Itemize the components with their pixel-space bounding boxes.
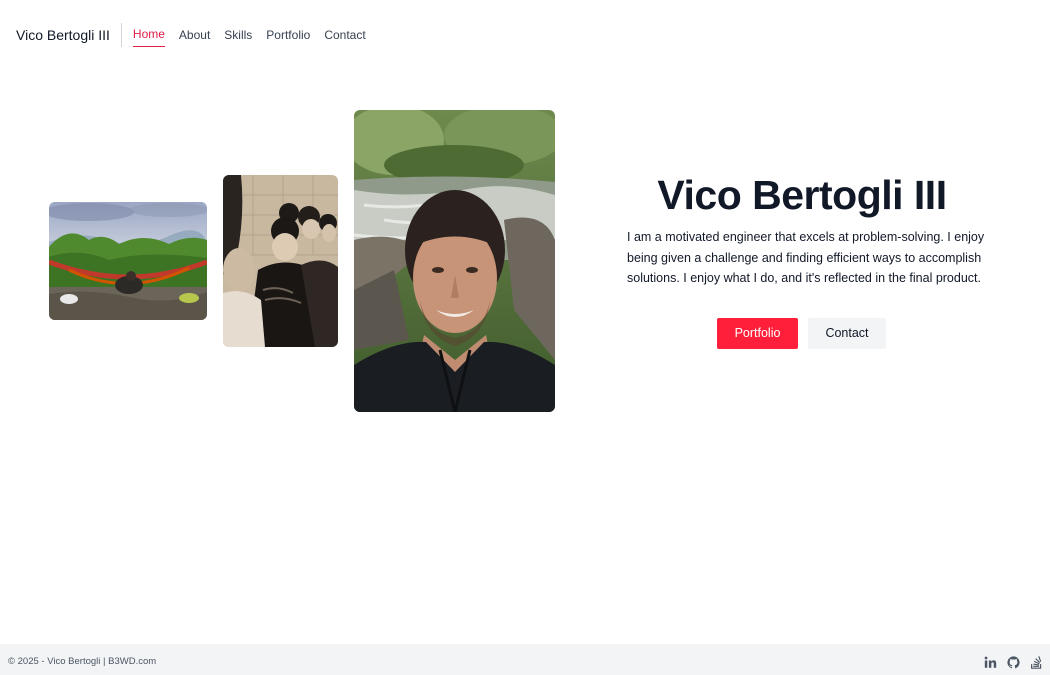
footer: © 2025 - Vico Bertogli | B3WD.com: [0, 644, 1050, 675]
nav-link-portfolio[interactable]: Portfolio: [266, 23, 310, 47]
linkedin-icon[interactable]: [983, 655, 998, 670]
brand-name[interactable]: Vico Bertogli III: [16, 23, 122, 47]
nav-link-contact[interactable]: Contact: [324, 23, 365, 47]
page: Vico Bertogli III Home About Skills Port…: [0, 0, 1050, 675]
portrait-by-river-photo: [354, 110, 555, 412]
nav-links: Home About Skills Portfolio Contact: [132, 23, 380, 47]
contact-button[interactable]: Contact: [808, 318, 886, 349]
nav-link-home[interactable]: Home: [132, 23, 165, 47]
nav-link-about[interactable]: About: [179, 23, 210, 47]
stackoverflow-icon[interactable]: [1029, 655, 1044, 670]
github-icon[interactable]: [1006, 655, 1021, 670]
footer-copyright: © 2025 - Vico Bertogli | B3WD.com: [8, 656, 157, 667]
footer-social-links: [975, 655, 1044, 670]
hero-title: Vico Bertogli III: [657, 172, 947, 218]
hero-description: I am a motivated engineer that excels at…: [627, 230, 985, 285]
nav-link-skills[interactable]: Skills: [224, 23, 252, 47]
hammock-landscape-photo: [49, 202, 207, 320]
portfolio-button[interactable]: Portfolio: [717, 318, 798, 349]
childhood-group-photo: [223, 175, 338, 347]
top-nav: Vico Bertogli III Home About Skills Port…: [16, 22, 380, 48]
